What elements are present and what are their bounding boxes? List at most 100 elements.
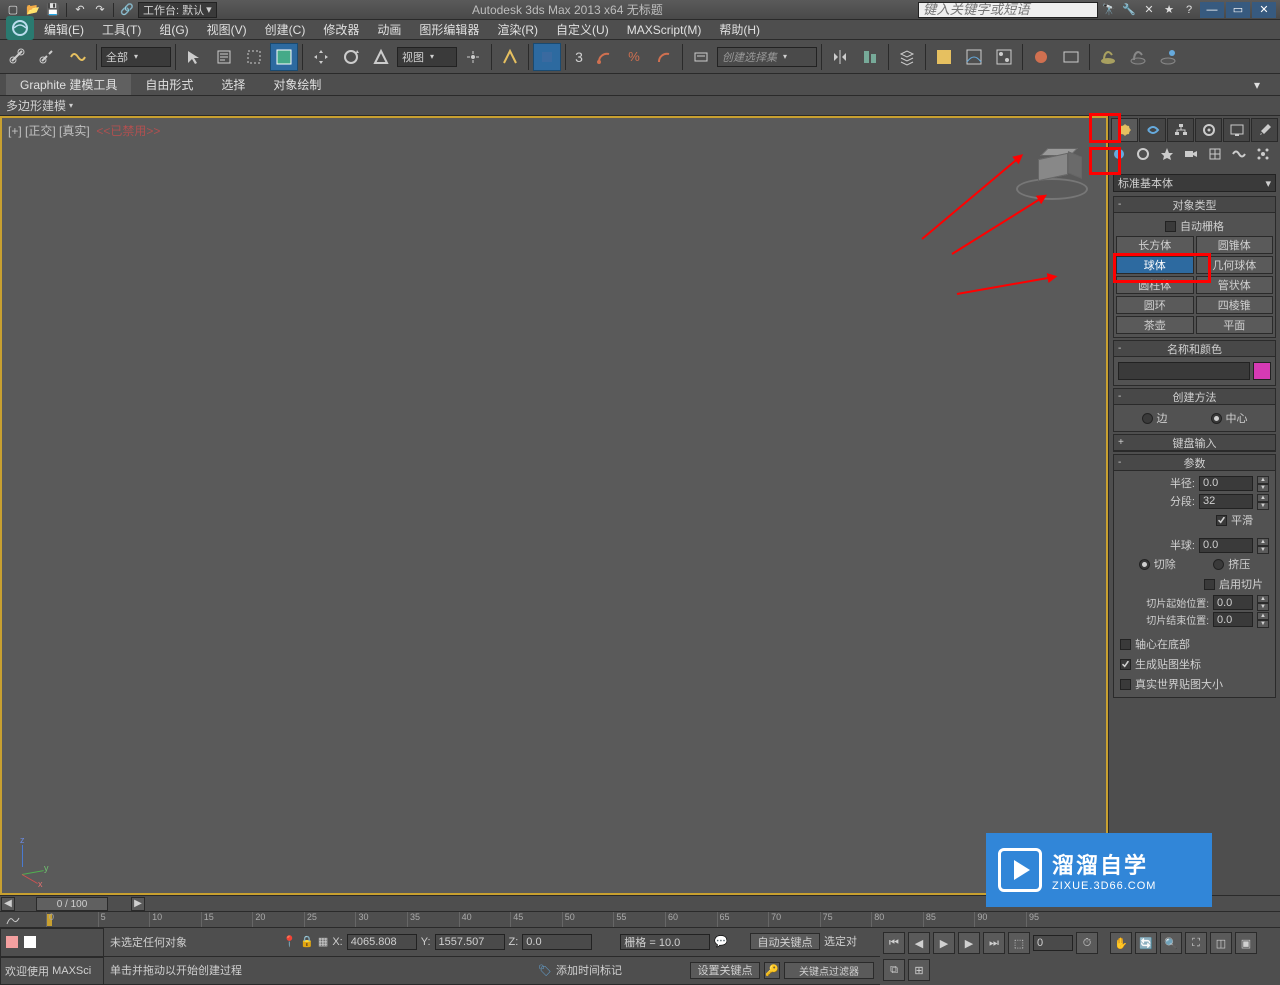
close-button[interactable]: ✕ [1252,2,1276,18]
layers-icon[interactable] [893,43,921,71]
menu-customize[interactable]: 自定义(U) [548,19,617,40]
manipulate-icon[interactable] [496,43,524,71]
snap-toggle-icon[interactable] [533,43,561,71]
time-config-icon[interactable]: ⏱ [1076,932,1098,954]
base-pivot-checkbox[interactable] [1120,639,1131,650]
hierarchy-tab-icon[interactable] [1167,118,1194,142]
geometry-tab-icon[interactable] [1111,146,1134,170]
menu-help[interactable]: 帮助(H) [711,19,768,40]
ribbon-tab-graphite[interactable]: Graphite 建模工具 [6,74,131,95]
object-name-input[interactable] [1118,362,1250,380]
ribbon-tab-selection[interactable]: 选择 [207,74,259,95]
3d-snap-icon[interactable]: 3 [570,43,588,71]
star-icon[interactable]: ★ [1160,2,1178,18]
obj-box[interactable]: 长方体 [1116,236,1194,254]
slice-to-spinner[interactable]: 0.0 [1213,612,1253,627]
obj-cone[interactable]: 圆锥体 [1196,236,1274,254]
goto-end-icon[interactable]: ⏭ [983,932,1005,954]
comm-center-icon[interactable]: 💬 [714,935,728,948]
link-tool-icon[interactable] [4,43,32,71]
mini-curve-editor-icon[interactable] [4,912,22,928]
zoom-icon[interactable]: 🔍 [1160,932,1182,954]
schematic-view-icon[interactable] [960,43,988,71]
primitive-category-combo[interactable]: 标准基本体 ▾ [1113,174,1276,192]
radius-spinner[interactable]: 0.0 [1199,476,1253,491]
viewport-label[interactable]: [+] [正交] [真实] <<已禁用>> [8,122,160,139]
helpers-tab-icon[interactable] [1207,146,1230,170]
arc-rotate-icon[interactable]: 🔄 [1135,932,1157,954]
method-edge-radio[interactable]: 边 [1142,410,1168,426]
rollout-header[interactable]: +键盘输入 [1114,435,1275,451]
hemisphere-spinner[interactable]: 0.0 [1199,538,1253,553]
caret-down-icon[interactable]: ▾ [69,101,73,110]
material-editor-icon[interactable] [990,43,1018,71]
pan-view-icon[interactable]: ✋ [1110,932,1132,954]
slice-from-spinner[interactable]: 0.0 [1213,595,1253,610]
goto-start-icon[interactable]: ⏮ [883,932,905,954]
real-world-checkbox[interactable] [1120,679,1131,690]
lights-tab-icon[interactable] [1159,146,1182,170]
restore-button[interactable]: ▭ [1226,2,1250,18]
menu-tools[interactable]: 工具(T) [94,19,149,40]
isolate-icon[interactable]: ▦ [318,935,328,948]
key-target-combo[interactable]: 选定对 [824,933,874,950]
percent-snap-icon[interactable]: % [620,43,648,71]
select-object-icon[interactable] [180,43,208,71]
squash-radio[interactable]: 挤压 [1213,556,1250,572]
exchange-icon[interactable]: ✕ [1140,2,1158,18]
link-icon[interactable]: 🔗 [118,2,136,18]
angle-snap-icon[interactable] [590,43,618,71]
binoculars-icon[interactable]: 🔭 [1100,2,1118,18]
smooth-checkbox[interactable] [1216,515,1227,526]
spinner-buttons[interactable]: ▲▼ [1257,476,1269,491]
menu-views[interactable]: 视图(V) [199,19,255,40]
listener-icon[interactable] [5,935,19,949]
redo-icon[interactable]: ↷ [91,2,109,18]
pivot-center-icon[interactable] [459,43,487,71]
method-center-radio[interactable]: 中心 [1211,410,1248,426]
segments-spinner[interactable]: 32 [1199,494,1253,509]
obj-tube[interactable]: 管状体 [1196,276,1274,294]
obj-torus[interactable]: 圆环 [1116,296,1194,314]
obj-geosphere[interactable]: 几何球体 [1196,256,1274,274]
spinner-snap-icon[interactable] [650,43,678,71]
mirror-icon[interactable] [826,43,854,71]
render-setup-icon[interactable] [1027,43,1055,71]
menu-modifiers[interactable]: 修改器 [315,19,367,40]
y-coord[interactable]: 1557.507 [435,934,505,950]
window-crossing-icon[interactable] [270,43,298,71]
rollout-header[interactable]: -对象类型 [1114,197,1275,213]
current-frame[interactable]: 0 [1033,935,1073,951]
menu-edit[interactable]: 编辑(E) [36,19,92,40]
undo-icon[interactable]: ↶ [71,2,89,18]
chop-radio[interactable]: 切除 [1139,556,1176,572]
systems-tab-icon[interactable] [1255,146,1278,170]
save-icon[interactable]: 💾 [44,2,62,18]
rotate-icon[interactable] [337,43,365,71]
render-frame-icon[interactable] [1057,43,1085,71]
utilities-tab-icon[interactable] [1251,118,1278,142]
spacewarps-tab-icon[interactable] [1231,146,1254,170]
track-next-icon[interactable]: ▶ [131,897,145,911]
key-filters-button[interactable]: 关键点过滤器 [784,962,874,979]
zoom-all-icon[interactable]: ⊞ [908,959,930,981]
maxscript-mini-icons[interactable] [0,928,104,957]
viewport[interactable]: [+] [正交] [真实] <<已禁用>> z y x [0,116,1108,895]
unlink-tool-icon[interactable] [34,43,62,71]
slice-on-checkbox[interactable] [1204,579,1215,590]
refcoord-combo[interactable]: 视图▾ [397,47,457,67]
scale-icon[interactable] [367,43,395,71]
rollout-header[interactable]: -创建方法 [1114,389,1275,405]
select-by-name-icon[interactable] [210,43,238,71]
workspace-combo[interactable]: 工作台: 默认 ▾ [138,2,217,18]
rollout-header[interactable]: -参数 [1114,455,1275,471]
key-mode-icon[interactable]: ⬚ [1008,932,1030,954]
track-prev-icon[interactable]: ◀ [1,897,15,911]
obj-sphere[interactable]: 球体 [1116,256,1194,274]
lock-icon[interactable]: 🔒 [300,935,314,948]
move-icon[interactable] [307,43,335,71]
macro-rec-icon[interactable] [23,935,37,949]
rollout-header[interactable]: -名称和颜色 [1114,341,1275,357]
menu-animation[interactable]: 动画 [369,19,409,40]
x-coord[interactable]: 4065.808 [347,934,417,950]
